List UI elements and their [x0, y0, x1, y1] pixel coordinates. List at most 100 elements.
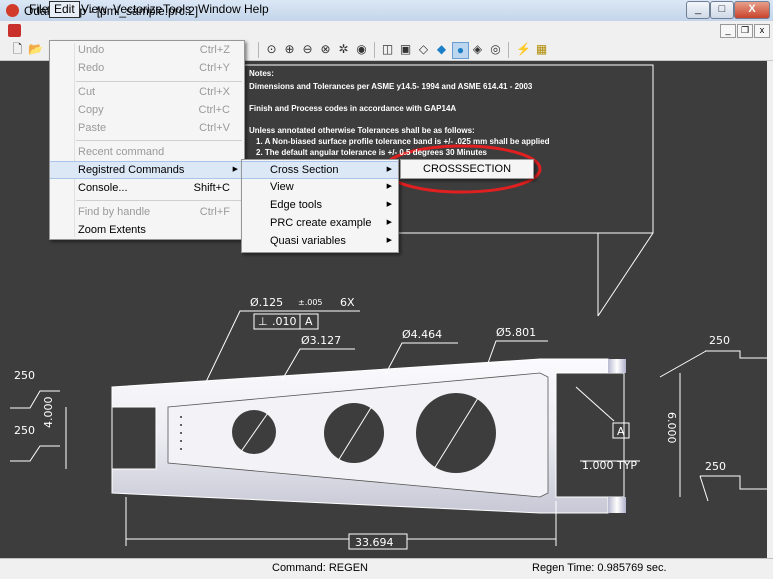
menu-item-find-by-handle[interactable]: Find by handle Ctrl+F	[50, 203, 244, 221]
menu-item-shortcut: Ctrl+F	[199, 206, 230, 218]
open-folder-icon[interactable]: 📂	[28, 42, 43, 57]
right-bottom-dim: 250	[705, 460, 726, 473]
menu-item-label: Cross Section	[270, 164, 339, 176]
hidden-line-icon[interactable]: ◇	[416, 42, 431, 57]
left-height-dim: 4.000	[42, 396, 55, 429]
notes-line: Unless annotated otherwise Tolerances sh…	[249, 126, 475, 135]
length-dim: 33.694	[355, 536, 394, 549]
menu-item-recent-command[interactable]: Recent command	[50, 143, 244, 161]
submenu-item-edge-tools[interactable]: Edge tools ▶	[242, 196, 398, 214]
menu-tools[interactable]: Tools	[159, 2, 195, 17]
toolbar-separator	[508, 42, 509, 58]
menu-edit[interactable]: Edit	[49, 1, 80, 18]
menu-item-label: Redo	[78, 62, 105, 74]
mdi-close-button[interactable]: x	[754, 24, 770, 38]
menu-item-label: Quasi variables	[270, 235, 346, 247]
menu-separator	[76, 200, 242, 201]
menu-item-shortcut: Ctrl+X	[199, 86, 230, 98]
right-top-dim: 250	[709, 334, 730, 347]
zoom-in-icon[interactable]: ⊕	[282, 42, 297, 57]
minimize-button[interactable]: _	[686, 1, 710, 19]
properties-icon[interactable]: ▦	[534, 42, 549, 57]
notes-line: Dimensions and Tolerances per ASME y14.5…	[249, 82, 533, 91]
menu-item-label: Edge tools	[270, 199, 322, 211]
2d-wireframe-icon[interactable]: ◫	[380, 42, 395, 57]
menu-view[interactable]: View	[77, 2, 111, 17]
menu-item-label: Zoom Extents	[78, 224, 146, 236]
gouraud-shaded-icon[interactable]: ●	[452, 42, 469, 59]
menu-item-cut[interactable]: Cut Ctrl+X	[50, 83, 244, 101]
status-command: Command: REGEN	[272, 562, 368, 574]
toolbar-separator	[374, 42, 375, 58]
3d-wireframe-icon[interactable]: ▣	[398, 42, 413, 57]
document-icon[interactable]	[8, 24, 21, 37]
orbit-icon[interactable]: ✲	[336, 42, 351, 57]
close-button[interactable]: X	[734, 1, 770, 19]
submenu-item-view[interactable]: View ▶	[242, 178, 398, 196]
status-regen-time: Regen Time: 0.985769 sec.	[532, 562, 667, 574]
menu-window[interactable]: Window	[194, 2, 245, 17]
flat-edges-icon[interactable]: ◈	[470, 42, 485, 57]
flatness-symbol-icon: ⊥	[258, 315, 268, 328]
app-icon	[6, 4, 19, 17]
left-top-dim: 250	[14, 369, 35, 382]
registred-commands-submenu: Cross Section ▶ View ▶ Edge tools ▶ PRC cre…	[241, 159, 399, 253]
menu-item-label: Cut	[78, 86, 96, 98]
mdi-restore-button[interactable]: ❐	[737, 24, 753, 38]
typ-dim: 1.000 TYP	[582, 459, 638, 472]
menu-item-paste[interactable]: Paste Ctrl+V	[50, 119, 244, 137]
crosssection-command-item[interactable]: CROSSSECTION	[400, 159, 534, 179]
flat-shaded-icon[interactable]: ◆	[434, 42, 449, 57]
submenu-arrow-icon: ▶	[386, 183, 392, 190]
left-mid-dim: 250	[14, 424, 35, 437]
menu-vectorize[interactable]: Vectorize	[109, 2, 166, 17]
menu-help[interactable]: Help	[240, 2, 273, 17]
diameter-3-label: Ø5.801	[496, 326, 537, 339]
zoom-out-icon[interactable]: ⊖	[300, 42, 315, 57]
submenu-arrow-icon: ▶	[386, 237, 392, 244]
maximize-button[interactable]: □	[710, 1, 734, 19]
menu-item-shortcut: Ctrl+C	[198, 104, 230, 116]
menu-item-console[interactable]: Console... Shift+C	[50, 179, 244, 197]
flatness-value: .010	[272, 315, 297, 328]
menu-item-zoom-extents[interactable]: Zoom Extents	[50, 221, 244, 239]
crosssection-label: CROSSSECTION	[423, 163, 512, 175]
menu-item-shortcut: Shift+C	[193, 182, 230, 194]
notes-line: 2. The default angular tolerance is +/- …	[256, 148, 487, 157]
menu-item-shortcut: Ctrl+V	[199, 122, 230, 134]
zoom-window-icon[interactable]: ⊙	[264, 42, 279, 57]
edit-menu: Undo Ctrl+Z Redo Ctrl+Y Cut Ctrl+X Copy Ctrl…	[49, 40, 245, 240]
menu-item-label: Recent command	[78, 146, 165, 158]
zoom-extents-icon[interactable]: ⊗	[318, 42, 333, 57]
menu-item-copy[interactable]: Copy Ctrl+C	[50, 101, 244, 119]
lightning-icon[interactable]: ⚡	[516, 42, 531, 57]
diameter-2-label: Ø4.464	[402, 328, 443, 341]
notes-heading: Notes:	[249, 69, 274, 78]
menu-item-registred-commands[interactable]: Registred Commands ▶	[50, 161, 244, 179]
gouraud-edges-icon[interactable]: ◎	[488, 42, 503, 57]
new-file-icon[interactable]: 🗋	[10, 42, 25, 57]
right-height-dim: 6.000	[665, 412, 678, 444]
submenu-arrow-icon: ▶	[232, 166, 238, 173]
menu-item-label: Console...	[78, 182, 128, 194]
menu-item-label: PRC create example	[270, 217, 372, 229]
vertical-scroll-strip[interactable]	[767, 61, 773, 558]
menu-separator	[76, 140, 242, 141]
menu-item-undo[interactable]: Undo Ctrl+Z	[50, 41, 244, 59]
submenu-item-quasi-variables[interactable]: Quasi variables ▶	[242, 232, 398, 250]
hole-count-label: 6X	[340, 296, 355, 309]
menu-item-label: Copy	[78, 104, 104, 116]
menu-bar	[0, 21, 773, 41]
menu-item-label: Undo	[78, 44, 105, 56]
menu-item-label: View	[270, 181, 294, 193]
diameter-1-label: Ø3.127	[301, 334, 342, 347]
status-bar: Command: REGEN Regen Time: 0.985769 sec.	[0, 558, 773, 579]
toolbar-separator	[258, 42, 259, 58]
menu-item-redo[interactable]: Redo Ctrl+Y	[50, 59, 244, 77]
submenu-arrow-icon: ▶	[386, 201, 392, 208]
submenu-item-cross-section[interactable]: Cross Section ▶	[242, 161, 398, 179]
menu-item-label: Registred Commands	[78, 164, 185, 176]
walk-icon[interactable]: ◉	[354, 42, 369, 57]
submenu-item-prc-create-example[interactable]: PRC create example ▶	[242, 214, 398, 232]
mdi-minimize-button[interactable]: _	[720, 24, 736, 38]
